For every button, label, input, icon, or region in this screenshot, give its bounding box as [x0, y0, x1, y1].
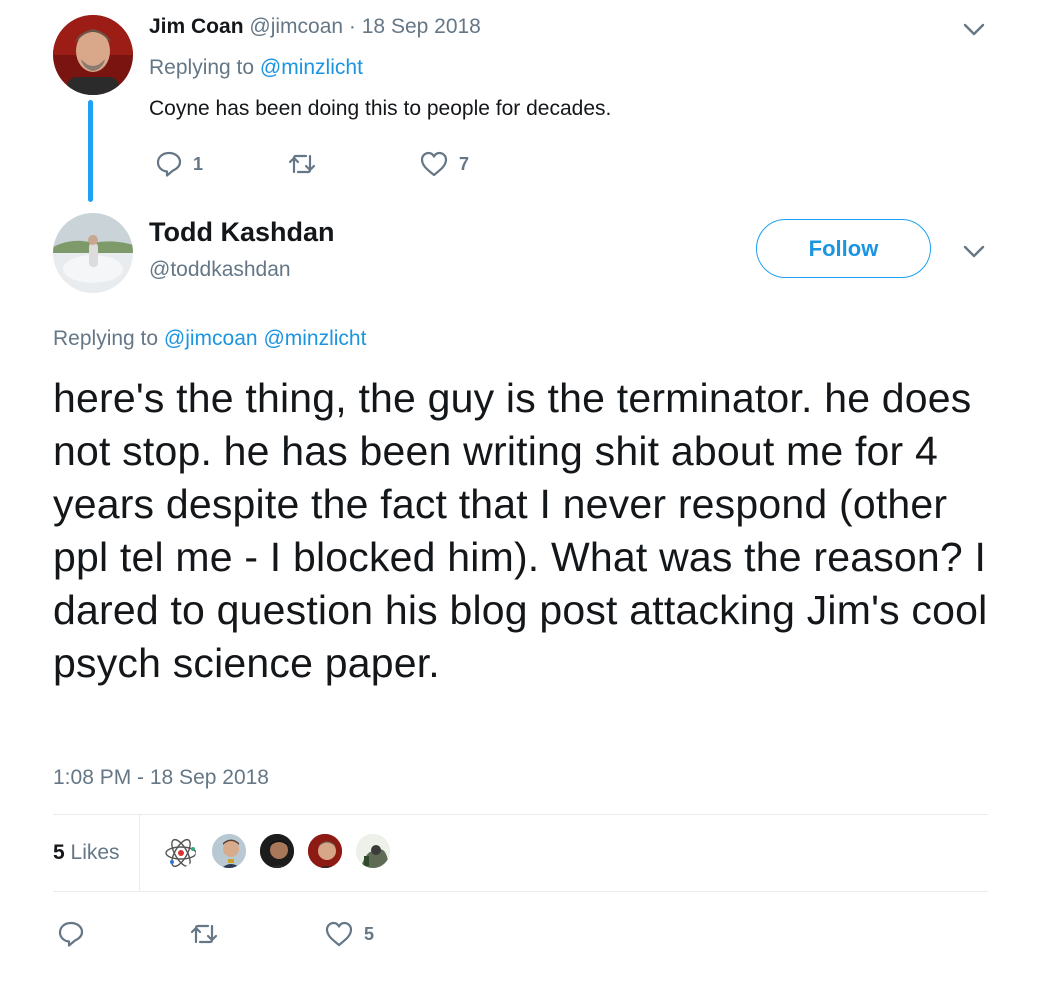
chevron-down-icon[interactable]: [962, 22, 986, 38]
retweet-icon: [188, 920, 220, 948]
likes-stat[interactable]: 5 Likes: [53, 841, 120, 865]
replying-to-prefix: Replying to: [53, 327, 159, 350]
like-count: 7: [459, 153, 470, 174]
divider: [53, 814, 988, 815]
reply-tweet-header: Jim Coan @jimcoan · 18 Sep 2018: [149, 15, 481, 39]
author-name[interactable]: Todd Kashdan: [149, 217, 335, 248]
divider: [53, 891, 988, 892]
like-count: 5: [364, 923, 375, 944]
likes-label: Likes: [70, 841, 120, 864]
reply-icon: [57, 920, 85, 948]
avatar-todd-kashdan[interactable]: [53, 213, 133, 293]
reply-icon: [155, 150, 183, 178]
reply-tweet-text: Coyne has been doing this to people for …: [149, 97, 612, 120]
reply-button[interactable]: [57, 920, 85, 948]
reply-count: 1: [193, 153, 204, 174]
tweet-timestamp[interactable]: 1:08 PM - 18 Sep 2018: [53, 766, 269, 790]
header-separator: ·: [348, 15, 356, 38]
like-button[interactable]: 7: [419, 150, 469, 178]
retweet-icon: [286, 150, 318, 178]
reply-button[interactable]: 1: [155, 150, 203, 178]
tweet-date[interactable]: 18 Sep 2018: [362, 15, 481, 38]
liker-avatar[interactable]: [354, 832, 392, 870]
retweet-button[interactable]: [286, 150, 328, 178]
like-button[interactable]: 5: [324, 920, 374, 948]
likes-count: 5: [53, 841, 65, 864]
replying-to-line: Replying to @minzlicht: [149, 56, 363, 80]
follow-button[interactable]: Follow: [756, 219, 931, 278]
author-handle[interactable]: @toddkashdan: [149, 258, 291, 282]
liker-avatar[interactable]: [210, 832, 248, 870]
liker-avatar[interactable]: [306, 832, 344, 870]
replying-to-line: Replying to @jimcoan @minzlicht: [53, 327, 366, 351]
liker-avatar[interactable]: [160, 832, 198, 870]
avatar-jim-coan[interactable]: [53, 15, 133, 95]
chevron-down-icon[interactable]: [962, 244, 986, 260]
mention-link[interactable]: @jimcoan: [164, 327, 258, 350]
retweet-button[interactable]: [188, 920, 220, 948]
author-name[interactable]: Jim Coan: [149, 15, 244, 38]
replying-to-prefix: Replying to: [149, 56, 255, 79]
heart-icon: [419, 150, 449, 178]
mention-link[interactable]: @minzlicht: [263, 327, 366, 350]
thread-line: [88, 100, 93, 202]
author-handle[interactable]: @jimcoan: [249, 15, 343, 38]
heart-icon: [324, 920, 354, 948]
liker-avatar[interactable]: [258, 832, 296, 870]
tweet-text: here's the thing, the guy is the termina…: [53, 375, 988, 686]
mention-link[interactable]: @minzlicht: [260, 56, 363, 79]
stat-divider: [139, 815, 140, 892]
